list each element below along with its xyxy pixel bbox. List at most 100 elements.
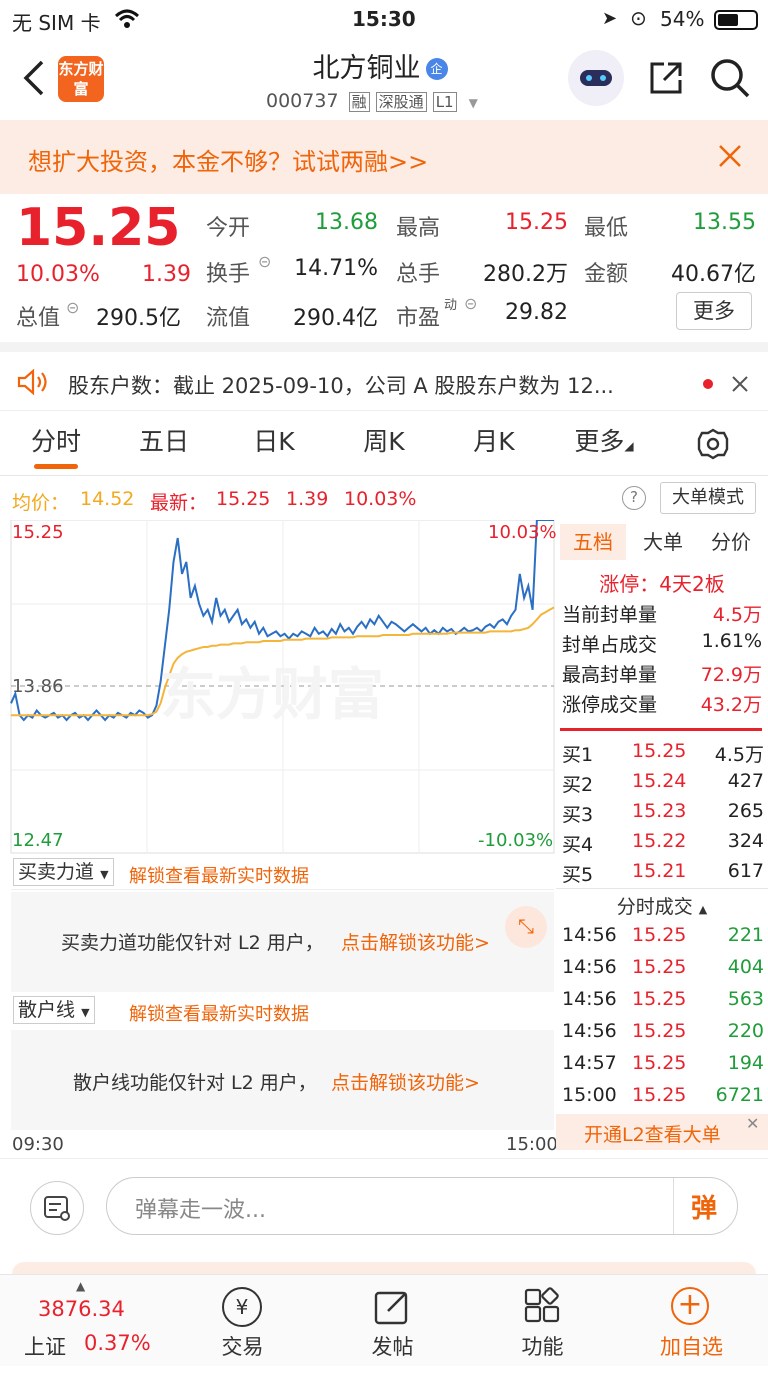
notice-text[interactable]: 股东户数：截止 2025-09-10，公司 A 股股东户数为 12... [68, 370, 614, 400]
volume-label: 总手 [396, 262, 441, 287]
locked-message-2: 散户线功能仅针对 L2 用户， [73, 1072, 317, 1094]
clock: 15:30 [352, 7, 416, 31]
bid-volume: 265 [727, 800, 764, 822]
trade-time: 14:57 [562, 1052, 617, 1074]
enterprise-badge: 企 [425, 58, 448, 80]
post-label: 发帖 [371, 1335, 414, 1359]
panel2-locked[interactable]: 散户线功能仅针对 L2 用户， 点击解锁该功能> [11, 1030, 554, 1130]
trade-label: 交易 [221, 1335, 264, 1359]
margin-promo-banner[interactable]: 想扩大投资，本金不够？试试两融>> [0, 120, 768, 194]
tab-day-k[interactable]: 日K [234, 411, 314, 475]
bid-label: 买4 [562, 834, 594, 856]
l2-promo[interactable]: 开通L2查看大单 ✕ [556, 1114, 768, 1150]
l2-close-icon[interactable]: ✕ [746, 1114, 759, 1133]
unlock-feature-link-2[interactable]: 点击解锁该功能> [331, 1068, 480, 1095]
notice-bar[interactable]: 股东户数：截止 2025-09-10，公司 A 股股东户数为 12... [0, 342, 768, 410]
trade-button[interactable]: ¥ 交易 [166, 1275, 319, 1379]
tab-month-k[interactable]: 月K [454, 411, 534, 475]
watermark-logo: 东方财富 [160, 663, 384, 728]
turnover-info-icon[interactable]: ⊝ [258, 252, 271, 271]
stat-value: 72.9万 [700, 664, 762, 686]
promo-text[interactable]: 想扩大投资，本金不够？试试两融>> [28, 142, 428, 177]
stat-label: 涨停成交量 [562, 694, 658, 716]
unlock-feature-link[interactable]: 点击解锁该功能> [341, 928, 490, 955]
trade-volume: 194 [727, 1052, 764, 1074]
pe-sup: 动 [444, 298, 458, 313]
chat-settings-icon[interactable] [30, 1181, 84, 1235]
plus-icon: + [671, 1287, 709, 1325]
tab-intraday[interactable]: 分时 [16, 411, 96, 475]
functions-button[interactable]: 功能 [466, 1275, 619, 1379]
trades-header[interactable]: 分时成交 ▲ [556, 892, 768, 919]
assistant-avatar[interactable] [568, 50, 624, 106]
bottom-bar: ▲ 3876.34 上证 0.37% ¥ 交易 发帖 功能 + 加自选 [0, 1262, 768, 1366]
divider [556, 888, 768, 889]
search-icon[interactable] [708, 56, 752, 104]
settings-icon[interactable] [696, 427, 730, 465]
index-name: 上证 [24, 1335, 66, 1359]
trade-time: 14:56 [562, 1020, 617, 1042]
unlock-link[interactable]: 解锁查看最新实时数据 [129, 862, 309, 888]
panel1-locked[interactable]: 买卖力道功能仅针对 L2 用户， 点击解锁该功能> ⤡ [11, 892, 554, 992]
open-label: 今开 [206, 216, 251, 241]
avg-label: 均价： [12, 492, 70, 514]
trade-volume: 6721 [715, 1084, 764, 1106]
retail-line-select[interactable]: 散户线 ▼ [13, 996, 95, 1024]
help-icon[interactable]: ? [622, 486, 646, 510]
float-label: 流值 [206, 306, 251, 331]
tab-five-day[interactable]: 五日 [124, 411, 204, 475]
unlock-link-2[interactable]: 解锁查看最新实时数据 [129, 1000, 309, 1026]
back-icon[interactable] [20, 58, 48, 102]
post-button[interactable]: 发帖 [316, 1275, 469, 1379]
index-ticker[interactable]: ▲ 3876.34 上证 0.37% [0, 1275, 153, 1379]
status-bar: 无 SIM 卡 15:30 ➤ ⊙ 54% [0, 0, 768, 40]
stock-code: 000737 [266, 90, 339, 112]
dropdown-icon[interactable]: ▼ [469, 96, 478, 110]
location-icon: ➤ [602, 8, 618, 29]
pe-info-icon[interactable]: ⊝ [464, 294, 477, 313]
y-bottom-label: 12.47 [12, 830, 64, 851]
indicator-select[interactable]: 买卖力道 ▼ [13, 858, 114, 886]
tag-margin: 融 [348, 92, 370, 112]
pe-value: 29.82 [505, 300, 568, 325]
bid-price: 15.24 [632, 770, 687, 792]
expand-icon[interactable]: ⤡ [505, 906, 547, 948]
stat-value: 4.5万 [712, 604, 762, 626]
danmu-toggle-button[interactable]: 弹 [691, 1188, 717, 1225]
big-order-mode-button[interactable]: 大单模式 [660, 482, 756, 514]
tab-five-levels[interactable]: 五档 [560, 524, 626, 560]
l2-promo-text[interactable]: 开通L2查看大单 [584, 1120, 721, 1147]
tab-big-orders[interactable]: 大单 [630, 524, 696, 560]
info-icon[interactable]: ⊝ [66, 298, 79, 317]
notice-close-icon[interactable] [730, 374, 750, 398]
stat-value: 1.61% [701, 630, 762, 652]
tab-price-dist[interactable]: 分价 [698, 524, 764, 560]
more-button[interactable]: 更多 [676, 292, 752, 330]
chart-tabs: 分时 五日 日K 周K 月K 更多◢ [0, 410, 768, 476]
mktcap-value: 290.5亿 [96, 306, 181, 331]
pct-top-label: 10.03% [488, 522, 557, 543]
danmu-bar: 弹幕走一波... 弹 [0, 1158, 768, 1254]
legend-percent: 10.03% [344, 488, 417, 510]
bid-volume: 617 [727, 860, 764, 882]
danmu-input[interactable]: 弹幕走一波... 弹 [106, 1177, 738, 1235]
close-icon[interactable] [716, 142, 744, 174]
pct-bottom-label: -10.03% [478, 830, 554, 851]
add-watchlist-button[interactable]: + 加自选 [615, 1275, 768, 1379]
battery-percent: 54% [660, 7, 705, 31]
panel2-header: 散户线 ▼ 解锁查看最新实时数据 [11, 994, 554, 1028]
bid-label: 买2 [562, 774, 594, 796]
share-icon[interactable] [646, 58, 686, 102]
bottom-nav: ▲ 3876.34 上证 0.37% ¥ 交易 发帖 功能 + 加自选 [0, 1274, 768, 1366]
y-mid-label: 13.86 [12, 676, 64, 697]
high-value: 15.25 [505, 210, 568, 235]
turnover-label: 换手 [206, 262, 251, 287]
legend-change: 1.39 [286, 488, 329, 510]
bid-volume: 324 [727, 830, 764, 852]
tab-more[interactable]: 更多◢ [564, 411, 644, 475]
intraday-chart[interactable]: 东方财富 15.25 13.86 12.47 10.03% -10.03% 买卖… [0, 520, 558, 1160]
high-label: 最高 [396, 216, 441, 241]
stock-name: 北方铜业 [312, 53, 421, 84]
amount-value: 40.67亿 [671, 262, 756, 287]
tab-week-k[interactable]: 周K [344, 411, 424, 475]
